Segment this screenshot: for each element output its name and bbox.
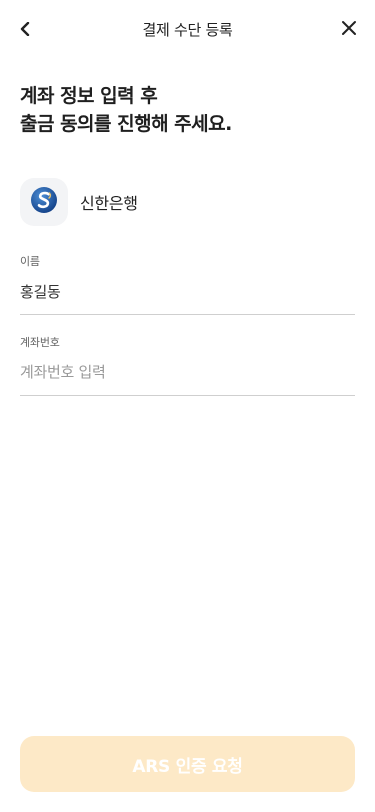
bank-name: 신한은행 — [80, 194, 138, 213]
headline-line-2: 출금 동의를 진행해 주세요. — [20, 113, 232, 135]
account-number-underline — [20, 395, 355, 396]
account-number-field: 계좌번호 — [20, 334, 355, 396]
account-number-input[interactable] — [20, 361, 355, 383]
headline-line-1: 계좌 정보 입력 후 — [20, 85, 158, 107]
page-title: 결제 수단 등록 — [142, 21, 233, 39]
bank-logo — [20, 178, 68, 226]
name-underline — [20, 314, 355, 315]
name-input[interactable] — [20, 280, 355, 302]
header: 결제 수단 등록 — [0, 0, 375, 60]
name-label: 이름 — [20, 255, 40, 268]
close-icon — [341, 20, 357, 40]
selected-bank: 신한은행 — [20, 178, 138, 226]
account-number-label: 계좌번호 — [20, 336, 60, 349]
name-field: 이름 — [20, 253, 355, 315]
close-button[interactable] — [337, 18, 361, 42]
instruction-headline: 계좌 정보 입력 후 출금 동의를 진행해 주세요. — [20, 82, 355, 138]
payment-method-registration-screen: 결제 수단 등록 계좌 정보 입력 후 출금 동의를 진행해 주세요. 신한은행… — [0, 0, 375, 812]
shinhan-bank-logo-icon — [30, 186, 58, 218]
ars-verification-request-button[interactable]: ARS 인증 요청 — [20, 736, 355, 792]
